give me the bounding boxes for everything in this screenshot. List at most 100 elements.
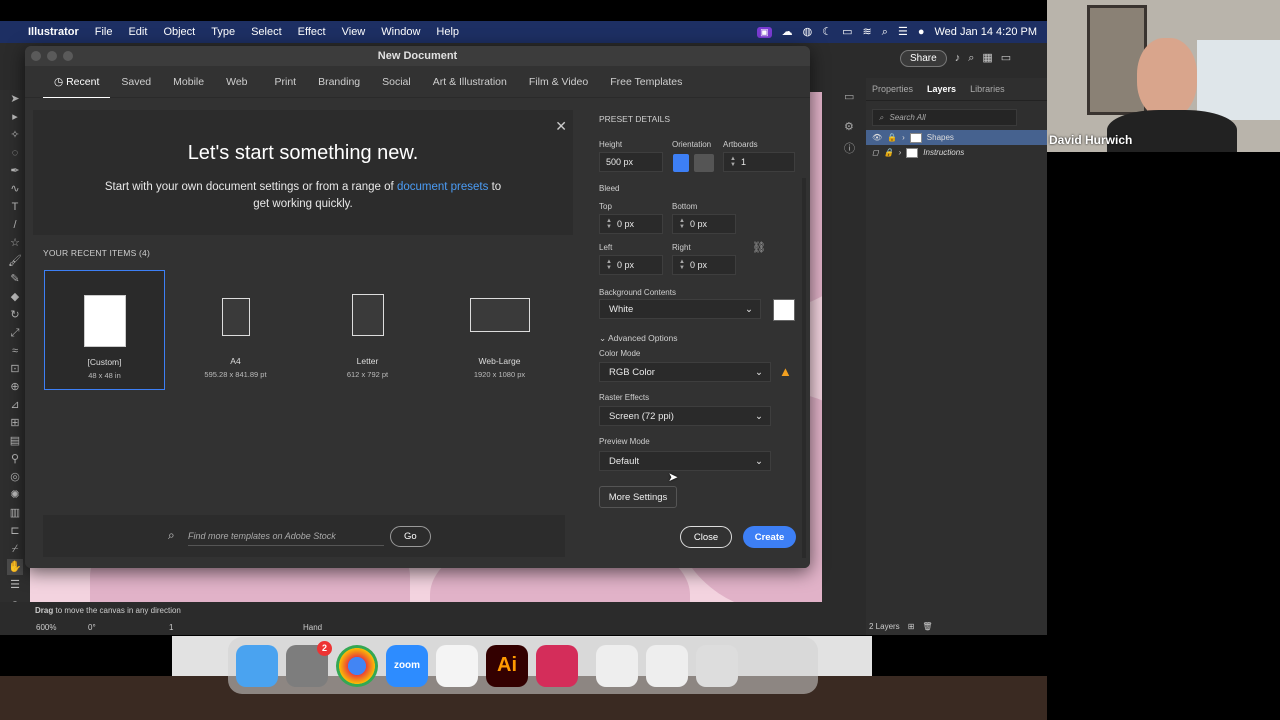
raster-effects-select[interactable]: Screen (72 ppi) ⌄ (599, 406, 771, 426)
shape-builder-icon[interactable]: ⊕ (7, 379, 23, 395)
create-button[interactable]: Create (743, 526, 796, 548)
star-tool-icon[interactable]: ☆ (7, 235, 23, 251)
height-field[interactable]: 500 px (599, 152, 663, 172)
bleed-bottom-field[interactable]: ▲ ▼ 0 px (672, 214, 736, 234)
control-center-icon[interactable]: ☰ (898, 26, 908, 38)
pencil-icon[interactable]: ✎ (7, 271, 23, 287)
layer-row[interactable]: 👁 🔒 › Shapes (866, 130, 1047, 145)
tab-mobile[interactable]: Mobile (162, 66, 215, 98)
recent-window-thumbnail[interactable] (646, 644, 688, 687)
menu-edit[interactable]: Edit (120, 26, 155, 38)
artboard-tool-icon[interactable]: ⊏ (7, 523, 23, 539)
tab-branding[interactable]: Branding (307, 66, 371, 98)
bleed-left-field[interactable]: ▲ ▼ 0 px (599, 255, 663, 275)
tab-print[interactable]: Print (259, 66, 308, 98)
zoom-icon[interactable]: zoom (386, 644, 428, 687)
panel-icon[interactable]: ▭ (1001, 52, 1011, 64)
graph-tool-icon[interactable]: ▥ (7, 505, 23, 521)
perspective-grid-icon[interactable]: ⊿ (7, 397, 23, 413)
eraser-icon[interactable]: ◆ (7, 289, 23, 305)
recent-window-thumbnail[interactable] (596, 644, 638, 687)
stepper-icon[interactable]: ▲ ▼ (679, 259, 685, 271)
stock-search-input[interactable]: Find more templates on Adobe Stock (188, 527, 384, 546)
scale-tool-icon[interactable]: ⤢ (7, 325, 23, 341)
lock-icon[interactable]: 🔒 (884, 148, 894, 157)
type-tool-icon[interactable]: T (7, 199, 23, 215)
menu-effect[interactable]: Effect (290, 26, 334, 38)
bleed-right-field[interactable]: ▲ ▼ 0 px (672, 255, 736, 275)
share-button[interactable]: Share (900, 49, 947, 67)
window-zoom-button[interactable] (63, 51, 73, 61)
slice-tool-icon[interactable]: ⌿ (7, 541, 23, 557)
screen-share-icon[interactable]: ▣ (757, 26, 772, 38)
background-contents-select[interactable]: White ⌄ (599, 299, 761, 319)
print-tiling-icon[interactable]: ☰ (7, 577, 23, 593)
illustrator-icon[interactable]: Ai (486, 644, 528, 687)
menu-help[interactable]: Help (428, 26, 467, 38)
paintbrush-icon[interactable]: 🖌 (7, 253, 23, 269)
close-button[interactable]: Close (680, 526, 732, 548)
preset-scrollbar[interactable] (802, 178, 806, 558)
stepper-icon[interactable]: ▲ ▼ (606, 259, 612, 271)
chevron-right-icon[interactable]: › (899, 148, 902, 157)
tab-film-video[interactable]: Film & Video (518, 66, 599, 98)
bell-icon[interactable]: ♪ (955, 52, 961, 64)
recent-item-web-large[interactable]: Web-Large 1920 x 1080 px (439, 270, 560, 390)
battery-icon[interactable]: ▭ (842, 26, 852, 38)
menu-type[interactable]: Type (203, 26, 243, 38)
menu-app-name[interactable]: Illustrator (22, 26, 87, 38)
lasso-icon[interactable]: ◌ (7, 145, 23, 161)
search-icon[interactable]: ⌕ (968, 52, 974, 64)
eye-icon[interactable]: 👁 (872, 133, 882, 142)
advanced-options-toggle[interactable]: ⌄ Advanced Options (599, 333, 677, 344)
menu-window[interactable]: Window (373, 26, 428, 38)
warning-icon[interactable]: ▲ (779, 364, 792, 379)
background-swatch[interactable] (773, 299, 795, 321)
chrome-icon[interactable] (336, 644, 378, 687)
tab-saved[interactable]: Saved (110, 66, 162, 98)
window-minimize-button[interactable] (47, 51, 57, 61)
close-icon[interactable]: ✕ (555, 118, 567, 135)
creative-cloud-icon[interactable] (536, 644, 578, 687)
link-bleed-icon[interactable]: ⛓ (749, 238, 769, 258)
chevron-right-icon[interactable]: › (902, 133, 905, 142)
stepper-icon[interactable]: ▲ ▼ (679, 218, 685, 230)
layers-search[interactable]: ⌕ Search All (872, 109, 1017, 126)
zoom-level[interactable]: 600% (36, 623, 56, 632)
trash-icon[interactable] (696, 644, 738, 687)
symbol-sprayer-icon[interactable]: ✺ (7, 487, 23, 503)
wifi-icon[interactable]: ≋ (863, 26, 872, 38)
vpn-icon[interactable]: ◍ (803, 26, 813, 38)
line-tool-icon[interactable]: / (7, 217, 23, 233)
recent-item-a4[interactable]: A4 595.28 x 841.89 pt (175, 270, 296, 390)
artboard-number[interactable]: 1 (169, 623, 173, 632)
menu-select[interactable]: Select (243, 26, 290, 38)
delete-layer-icon[interactable]: 🗑 (922, 622, 932, 631)
gradient-tool-icon[interactable]: ▤ (7, 433, 23, 449)
more-settings-button[interactable]: More Settings (599, 486, 677, 508)
document-presets-link[interactable]: document presets (397, 181, 488, 193)
moon-icon[interactable]: ☾ (822, 26, 832, 38)
tab-social[interactable]: Social (371, 66, 422, 98)
rotate-tool-icon[interactable]: ↻ (7, 307, 23, 323)
tab-recent[interactable]: ◷ Recent (43, 66, 111, 99)
blend-tool-icon[interactable]: ◎ (7, 469, 23, 485)
curvature-tool-icon[interactable]: ∿ (7, 181, 23, 197)
layer-name[interactable]: Instructions (923, 148, 964, 157)
tab-libraries[interactable]: Libraries (970, 84, 1005, 94)
stepper-icon[interactable]: ▲ ▼ (730, 156, 736, 168)
portrait-orientation-icon[interactable] (673, 154, 689, 172)
tab-properties[interactable]: Properties (872, 84, 913, 94)
comments-icon[interactable]: ▭ (844, 90, 854, 103)
magic-wand-icon[interactable]: ✧ (7, 127, 23, 143)
bleed-top-field[interactable]: ▲ ▼ 0 px (599, 214, 663, 234)
mesh-tool-icon[interactable]: ⊞ (7, 415, 23, 431)
menu-file[interactable]: File (87, 26, 121, 38)
recent-item-custom[interactable]: [Custom] 48 x 48 in (44, 270, 165, 390)
layer-name[interactable]: Shapes (927, 133, 954, 142)
workspace-icon[interactable]: ▦ (982, 52, 992, 64)
recent-item-letter[interactable]: Letter 612 x 792 pt (307, 270, 428, 390)
creative-cloud-status-icon[interactable]: ☁ (782, 26, 793, 38)
menu-object[interactable]: Object (155, 26, 203, 38)
lock-icon[interactable]: 🔒 (887, 133, 897, 142)
